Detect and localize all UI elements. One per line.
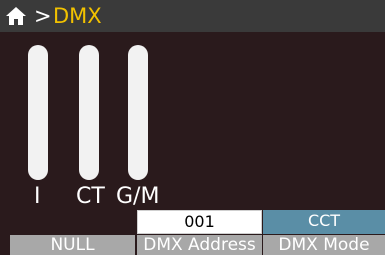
page-title: DMX (53, 4, 102, 28)
dmx-mode-value[interactable]: CCT (263, 210, 385, 234)
dmx-mode-softkey[interactable]: DMX Mode (263, 235, 385, 255)
null-value (10, 210, 135, 234)
slider-label-ct: CT (76, 184, 105, 209)
header-bar: > DMX (0, 0, 385, 32)
slider-label-gm: G/M (116, 184, 160, 209)
null-softkey[interactable]: NULL (10, 235, 135, 255)
dmx-address-value[interactable]: 001 (137, 210, 262, 234)
dmx-address-softkey[interactable]: DMX Address (137, 235, 262, 255)
slider-ct[interactable] (79, 45, 99, 180)
home-icon[interactable] (6, 7, 26, 25)
breadcrumb-separator: > (34, 4, 52, 28)
dmx-screen: > DMX I CT G/M 001 CCT NULL DMX Address … (0, 0, 385, 255)
slider-gm[interactable] (128, 45, 148, 180)
slider-intensity[interactable] (28, 45, 48, 180)
slider-label-intensity: I (34, 184, 41, 209)
